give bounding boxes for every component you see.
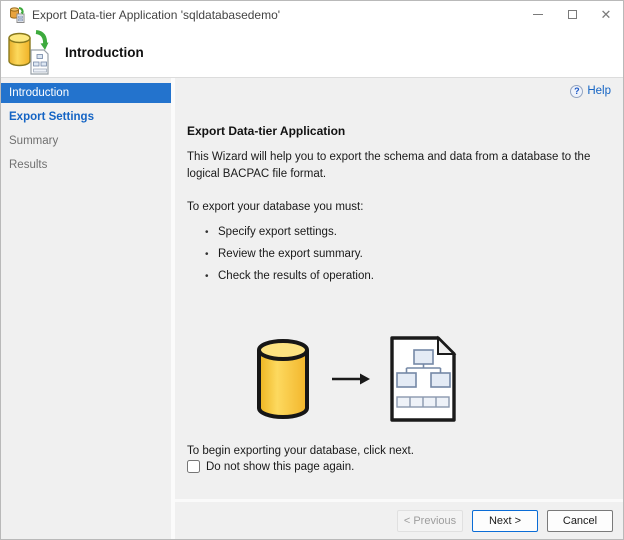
minimize-button[interactable]	[521, 1, 555, 28]
dont-show-again-label: Do not show this page again.	[206, 461, 354, 473]
minimize-icon	[533, 14, 543, 15]
steps-bullet-list: • Specify export settings. • Review the …	[187, 226, 611, 282]
content-heading: Export Data-tier Application	[187, 124, 611, 138]
wizard-steps-sidebar: Introduction Export Settings Summary Res…	[1, 78, 171, 539]
bullet-icon: •	[205, 271, 218, 282]
list-item: • Review the export summary.	[205, 248, 611, 260]
help-label: Help	[587, 85, 611, 97]
button-bar: < Previous Next > Cancel	[175, 499, 623, 539]
arrow-right-icon	[331, 372, 371, 391]
close-icon: ✕	[601, 8, 612, 21]
intro-paragraph: This Wizard will help you to export the …	[187, 149, 611, 182]
list-item: • Check the results of operation.	[205, 270, 611, 282]
close-button[interactable]: ✕	[589, 1, 623, 28]
list-item: • Specify export settings.	[205, 226, 611, 238]
bullet-icon: •	[205, 249, 218, 260]
bullet-icon: •	[205, 227, 218, 238]
sidebar-item-export-settings[interactable]: Export Settings	[1, 107, 171, 127]
dont-show-again-row[interactable]: Do not show this page again.	[187, 460, 611, 473]
page-title: Introduction	[65, 45, 144, 60]
sidebar-item-summary: Summary	[1, 131, 171, 151]
window-controls: ✕	[521, 1, 623, 28]
main-content: ? Help Export Data-tier Application This…	[175, 78, 623, 499]
sidebar-item-introduction[interactable]: Introduction	[1, 83, 171, 103]
maximize-icon	[568, 10, 577, 19]
database-cylinder-icon	[255, 337, 311, 426]
wizard-header: Introduction	[1, 28, 623, 78]
help-icon: ?	[570, 85, 583, 98]
window-title: Export Data-tier Application 'sqldatabas…	[32, 8, 521, 22]
list-intro: To export your database you must:	[187, 201, 611, 213]
dont-show-again-checkbox[interactable]	[187, 460, 200, 473]
export-dac-app-icon	[9, 7, 25, 23]
maximize-button[interactable]	[555, 1, 589, 28]
bacpac-file-icon	[389, 335, 457, 428]
export-illustration	[187, 336, 611, 426]
sidebar-item-results: Results	[1, 155, 171, 175]
titlebar: Export Data-tier Application 'sqldatabas…	[1, 1, 623, 28]
export-dac-header-icon	[6, 30, 56, 76]
bullet-text: Check the results of operation.	[218, 270, 374, 282]
previous-button: < Previous	[397, 510, 463, 532]
wizard-window: Export Data-tier Application 'sqldatabas…	[0, 0, 624, 540]
next-button[interactable]: Next >	[472, 510, 538, 532]
bullet-text: Review the export summary.	[218, 248, 363, 260]
footer-instruction: To begin exporting your database, click …	[187, 445, 611, 457]
bullet-text: Specify export settings.	[218, 226, 337, 238]
cancel-button[interactable]: Cancel	[547, 510, 613, 532]
help-link[interactable]: ? Help	[570, 84, 611, 98]
